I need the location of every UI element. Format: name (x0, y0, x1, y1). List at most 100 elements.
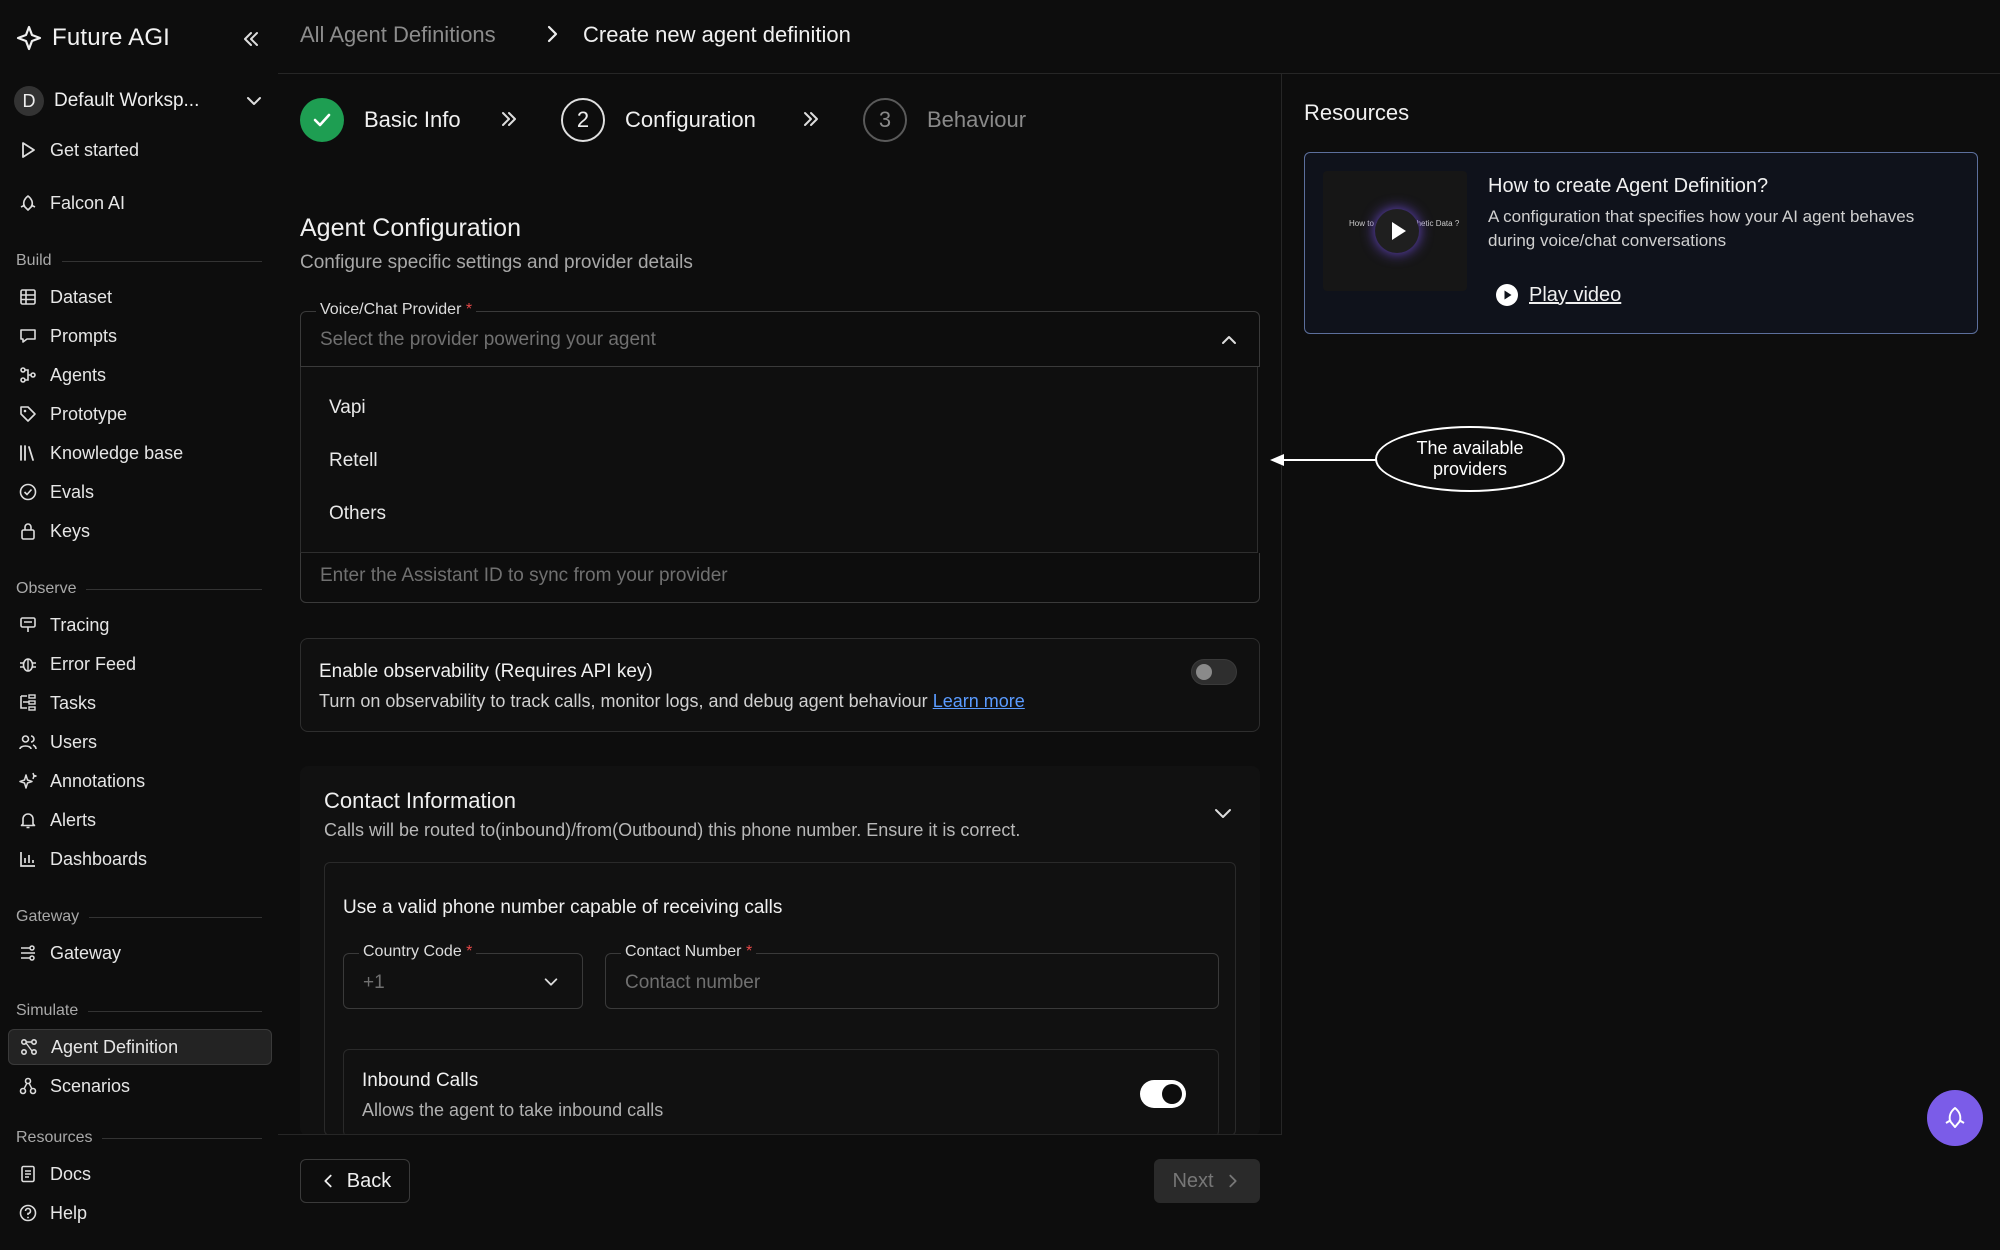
sidebar-item-prototype[interactable]: Prototype (8, 396, 272, 432)
provider-option-others[interactable]: Others (329, 503, 386, 525)
sparkle-icon (19, 772, 37, 789)
resource-card-desc: A configuration that specifies how your … (1488, 207, 1915, 250)
chevron-down-icon (544, 978, 558, 986)
sidebar-item-annotations[interactable]: Annotations (8, 763, 272, 799)
section-resources: Resources (16, 1129, 262, 1147)
panel-divider (1281, 74, 1282, 1250)
tag-icon (20, 406, 36, 422)
country-code-label: Country Code * (359, 943, 477, 961)
section-simulate: Simulate (16, 1002, 262, 1020)
falcon-assistant-button[interactable] (1927, 1090, 1983, 1146)
help-icon (19, 1204, 37, 1222)
docs-icon (21, 1165, 35, 1183)
resource-video-card[interactable]: How to create Synthetic Data ? How to cr… (1304, 152, 1978, 334)
books-icon (20, 445, 34, 461)
learn-more-link[interactable]: Learn more (933, 691, 1025, 711)
sidebar-item-alerts[interactable]: Alerts (8, 802, 272, 838)
back-button[interactable]: Back (300, 1159, 410, 1203)
contact-card: Contact Information Calls will be routed… (300, 766, 1260, 1137)
provider-option-vapi[interactable]: Vapi (329, 397, 366, 419)
step-label: Basic Info (364, 107, 461, 132)
table-icon (20, 289, 36, 305)
country-code-select[interactable]: +1 (343, 953, 583, 1009)
sidebar-item-help[interactable]: Help (8, 1195, 272, 1231)
sidebar-item-docs[interactable]: Docs (8, 1156, 272, 1192)
scenarios-icon (19, 1077, 37, 1095)
step-label: Configuration (625, 107, 756, 132)
sidebar: Future AGI D Default Worksp... Get start… (0, 0, 278, 1250)
country-code-value: +1 (363, 972, 385, 993)
step-behaviour[interactable]: 3 Behaviour (863, 98, 1026, 142)
resource-card-title: How to create Agent Definition? (1488, 175, 1769, 197)
inbound-title: Inbound Calls (362, 1070, 479, 1091)
video-thumbnail[interactable]: How to create Synthetic Data ? (1323, 171, 1467, 291)
provider-select[interactable]: Select the provider powering your agent (300, 311, 1260, 367)
lock-icon (21, 523, 35, 540)
observability-desc: Turn on observability to track calls, mo… (319, 691, 1025, 711)
check-icon (300, 98, 344, 142)
contact-number-input[interactable]: Contact number (605, 953, 1219, 1009)
step-number: 3 (863, 98, 907, 142)
section-observe: Observe (16, 580, 262, 598)
sidebar-item-agents[interactable]: Agents (8, 357, 272, 393)
sidebar-item-get-started[interactable]: Get started (8, 132, 272, 168)
sidebar-item-tracing[interactable]: Tracing (8, 607, 272, 643)
bell-icon (20, 813, 36, 829)
collapse-sidebar-icon[interactable] (240, 28, 262, 50)
brand-logo[interactable]: Future AGI (16, 24, 170, 52)
assistant-id-input[interactable]: Enter the Assistant ID to sync from your… (300, 553, 1260, 603)
step-configuration[interactable]: 2 Configuration (561, 98, 756, 142)
play-icon[interactable] (1375, 209, 1419, 253)
provider-placeholder: Select the provider powering your agent (320, 329, 656, 350)
tasks-icon (20, 694, 36, 711)
annotation-callout: The available providers (1375, 426, 1565, 492)
play-circle-icon (1496, 284, 1518, 306)
agents-icon (20, 367, 36, 383)
sidebar-item-dashboards[interactable]: Dashboards (8, 841, 272, 877)
sidebar-item-agent-definition[interactable]: Agent Definition (8, 1029, 272, 1065)
sidebar-item-evals[interactable]: Evals (8, 474, 272, 510)
chevron-right-icon (547, 25, 558, 43)
chevron-left-icon (324, 1174, 332, 1188)
top-bar: All Agent Definitions Create new agent d… (278, 0, 2000, 74)
breadcrumb-current: Create new agent definition (583, 22, 851, 47)
next-button[interactable]: Next (1154, 1159, 1260, 1203)
provider-option-retell[interactable]: Retell (329, 450, 378, 472)
future-agi-logo-icon (16, 25, 42, 51)
sidebar-item-falcon-ai[interactable]: Falcon AI (8, 185, 272, 221)
workspace-avatar: D (14, 86, 44, 116)
section-title: Agent Configuration (300, 214, 521, 242)
phone-card: Use a valid phone number capable of rece… (324, 862, 1236, 1137)
sidebar-item-tasks[interactable]: Tasks (8, 685, 272, 721)
play-video-link[interactable]: Play video (1495, 283, 1621, 307)
chat-icon (20, 329, 36, 343)
chevron-up-icon (1222, 336, 1236, 344)
observability-toggle[interactable] (1191, 659, 1237, 685)
contact-number-label: Contact Number * (621, 943, 757, 961)
assistant-id-placeholder: Enter the Assistant ID to sync from your… (320, 565, 728, 586)
sidebar-item-prompts[interactable]: Prompts (8, 318, 272, 354)
provider-dropdown: Vapi Retell Others (300, 367, 1258, 553)
sidebar-item-users[interactable]: Users (8, 724, 272, 760)
tracing-icon (20, 617, 36, 632)
breadcrumb-parent[interactable]: All Agent Definitions (300, 22, 496, 48)
inbound-calls-card: Inbound Calls Allows the agent to take i… (343, 1049, 1219, 1137)
inbound-toggle[interactable] (1140, 1080, 1186, 1108)
sidebar-item-dataset[interactable]: Dataset (8, 279, 272, 315)
contact-title: Contact Information (324, 788, 516, 813)
sidebar-item-scenarios[interactable]: Scenarios (8, 1068, 272, 1104)
chevron-down-icon[interactable] (1212, 802, 1234, 824)
play-icon (22, 142, 35, 158)
section-gateway: Gateway (16, 908, 262, 926)
bar-chart-icon (20, 852, 35, 867)
step-basic-info[interactable]: Basic Info (300, 98, 461, 142)
sidebar-item-knowledge-base[interactable]: Knowledge base (8, 435, 272, 471)
observability-title: Enable observability (Requires API key) (319, 661, 653, 682)
falcon-icon (20, 195, 36, 211)
check-circle-icon (19, 483, 37, 501)
workspace-selector[interactable]: D Default Worksp... (14, 84, 264, 118)
sidebar-item-keys[interactable]: Keys (8, 513, 272, 549)
sidebar-item-error-feed[interactable]: Error Feed (8, 646, 272, 682)
section-build: Build (16, 252, 262, 270)
sidebar-item-gateway[interactable]: Gateway (8, 935, 272, 971)
